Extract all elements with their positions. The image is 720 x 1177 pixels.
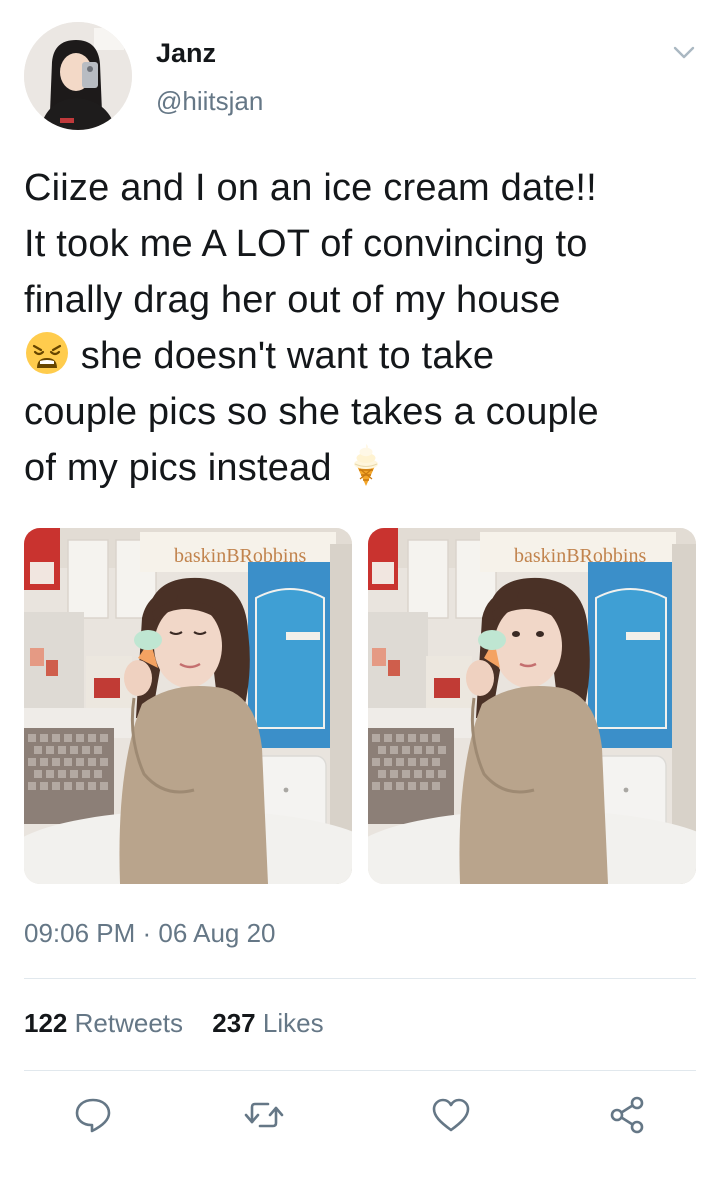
retweets-count: 122 (24, 1008, 68, 1038)
weary-face-icon (24, 330, 70, 376)
tweet-photo-2[interactable]: baskinBRobbins (368, 528, 696, 884)
chevron-down-icon[interactable] (670, 38, 698, 66)
divider (24, 1070, 696, 1071)
like-icon[interactable] (430, 1094, 472, 1136)
avatar[interactable] (24, 22, 132, 130)
tweet-stats: 122 Retweets 237 Likes (24, 1008, 346, 1039)
tweet-timestamp[interactable]: 09:06 PM · 06 Aug 20 (24, 918, 276, 949)
user-handle[interactable]: @hiitsjan (156, 86, 263, 117)
display-name[interactable]: Janz (156, 38, 216, 69)
share-icon[interactable] (606, 1094, 648, 1136)
likes-label: Likes (262, 1008, 324, 1038)
tweet-line-with-emoji: she doesn't want to take (24, 328, 704, 384)
retweets-stat[interactable]: 122 Retweets (24, 1008, 183, 1038)
reply-icon[interactable] (72, 1094, 114, 1136)
tweet-line: It took me A LOT of convincing to (24, 223, 588, 265)
tweet-line: she doesn't want to take (70, 335, 495, 377)
likes-stat[interactable]: 237 Likes (212, 1008, 323, 1038)
retweet-icon[interactable] (243, 1094, 285, 1136)
retweets-label: Retweets (74, 1008, 184, 1038)
tweet-photo-1[interactable]: baskinBRobbins (24, 528, 352, 884)
tweet-line: Ciize and I on an ice cream date!! (24, 167, 597, 209)
tweet-line: of my pics instead (24, 447, 343, 489)
soft-ice-cream-icon (343, 442, 389, 488)
tweet-line-with-emoji: of my pics instead (24, 440, 704, 496)
likes-count: 237 (212, 1008, 256, 1038)
tweet-line: finally drag her out of my house (24, 279, 561, 321)
divider (24, 978, 696, 979)
tweet-text: Ciize and I on an ice cream date!! It to… (24, 160, 704, 496)
tweet-line: couple pics so she takes a couple (24, 391, 599, 433)
